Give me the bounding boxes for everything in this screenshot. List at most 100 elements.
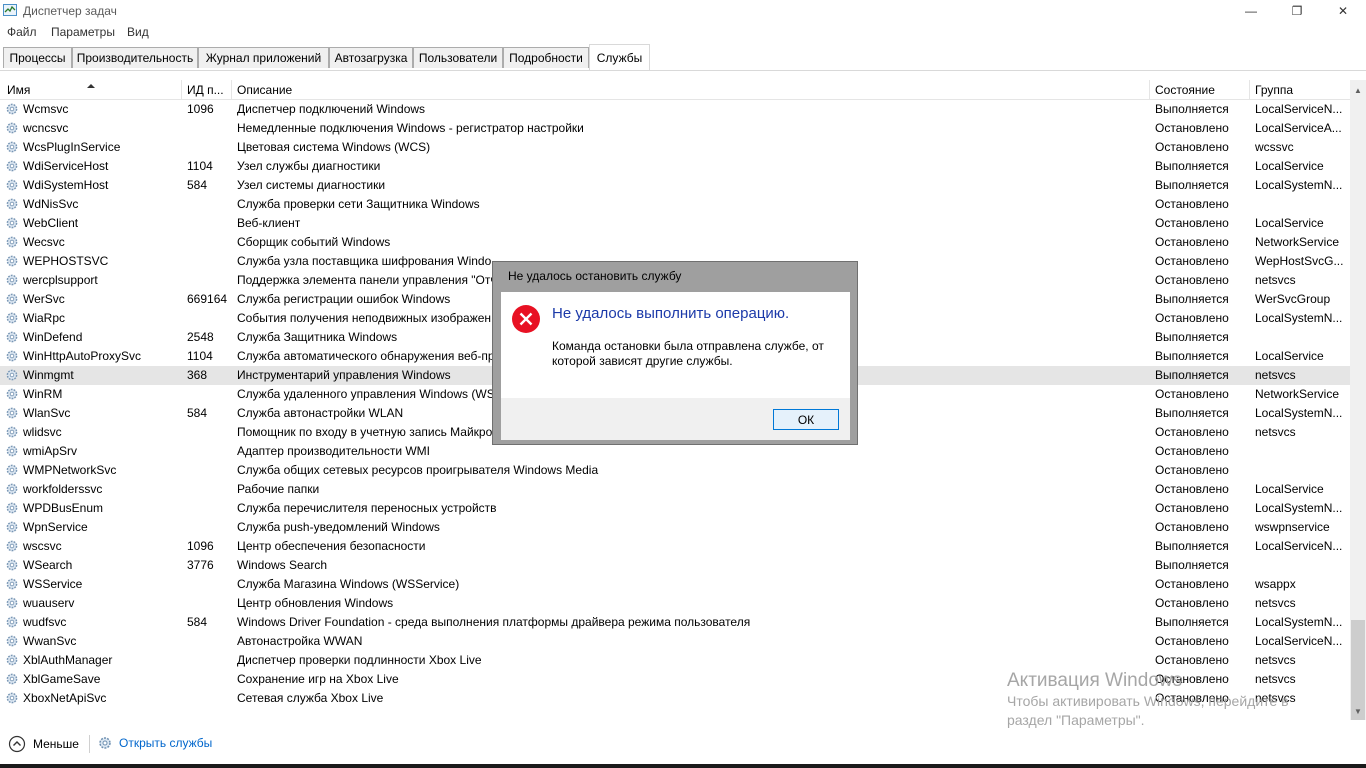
close-button[interactable]: ✕ xyxy=(1320,0,1366,22)
table-row[interactable]: wscsvc 1096 Центр обеспечения безопасности… xyxy=(0,537,1350,556)
service-group: netsvcs xyxy=(1255,425,1296,439)
menu-view[interactable]: Вид xyxy=(127,25,149,39)
minimize-button[interactable]: — xyxy=(1228,0,1274,22)
service-description: Служба push-уведомлений Windows xyxy=(237,520,440,534)
tab-app-history[interactable]: Журнал приложений xyxy=(198,47,329,68)
service-name: WebClient xyxy=(23,216,79,230)
service-name: wcncsvc xyxy=(23,121,69,135)
service-gear-icon xyxy=(6,331,18,343)
tab-details[interactable]: Подробности xyxy=(503,47,589,68)
table-row[interactable]: WebClient Веб-клиент Остановлено LocalServi… xyxy=(0,214,1350,233)
column-header-pid[interactable]: ИД п... xyxy=(187,83,224,97)
service-gear-icon xyxy=(6,426,18,438)
service-status: Выполняется xyxy=(1155,539,1229,553)
taskbar-edge xyxy=(0,764,1366,768)
open-services-label: Открыть службы xyxy=(119,736,213,750)
tab-startup[interactable]: Автозагрузка xyxy=(329,47,413,68)
column-divider[interactable] xyxy=(181,80,182,99)
watermark-line: Чтобы активировать Windows, перейдите в xyxy=(1007,693,1289,709)
table-row[interactable]: Wcmsvc 1096 Диспетчер подключений Windows В… xyxy=(0,100,1350,119)
service-group: LocalSystemN... xyxy=(1255,501,1343,515)
service-status: Остановлено xyxy=(1155,216,1229,230)
service-name: WSearch xyxy=(23,558,73,572)
table-row[interactable]: WcsPlugInService Цветовая система Windows… xyxy=(0,138,1350,157)
service-name: WwanSvc xyxy=(23,634,77,648)
column-header-name[interactable]: Имя xyxy=(7,83,30,97)
footer-divider xyxy=(89,735,90,753)
scroll-up-icon[interactable]: ▲ xyxy=(1350,82,1366,99)
error-icon xyxy=(512,305,540,333)
menu-file[interactable]: Файл xyxy=(7,25,37,39)
service-name: XblAuthManager xyxy=(23,653,113,667)
maximize-button[interactable]: ❐ xyxy=(1274,0,1320,22)
table-row[interactable]: WpnService Служба push-уведомлений Window… xyxy=(0,518,1350,537)
service-name: WdNisSvc xyxy=(23,197,79,211)
service-group: LocalServiceN... xyxy=(1255,634,1343,648)
column-header-description[interactable]: Описание xyxy=(237,83,292,97)
column-divider[interactable] xyxy=(1249,80,1250,99)
service-name: Winmgmt xyxy=(23,368,74,382)
table-row[interactable]: wcncsvc Немедленные подключения Windows -… xyxy=(0,119,1350,138)
tab-services[interactable]: Службы xyxy=(589,44,650,70)
service-name: WpnService xyxy=(23,520,88,534)
service-pid: 584 xyxy=(187,615,208,629)
table-row[interactable]: WdiSystemHost 584 Узел системы диагностики… xyxy=(0,176,1350,195)
service-name: Wcmsvc xyxy=(23,102,69,116)
service-gear-icon xyxy=(6,179,18,191)
table-row[interactable]: WwanSvc Автонастройка WWAN Остановлено Loca… xyxy=(0,632,1350,651)
scroll-down-icon[interactable]: ▼ xyxy=(1350,703,1366,720)
service-name: WdiServiceHost xyxy=(23,159,109,173)
fewer-details-button[interactable]: Меньше xyxy=(8,735,79,753)
menu-options[interactable]: Параметры xyxy=(51,25,115,39)
service-name: Wecsvc xyxy=(23,235,65,249)
tab-users[interactable]: Пользователи xyxy=(413,47,503,68)
service-description: Центр обеспечения безопасности xyxy=(237,539,426,553)
table-row[interactable]: WPDBusEnum Служба перечислителя переносны… xyxy=(0,499,1350,518)
table-row[interactable]: wudfsvc 584 Windows Driver Foundation - ср… xyxy=(0,613,1350,632)
open-services-link[interactable]: Открыть службы xyxy=(97,735,212,751)
table-row[interactable]: WSearch 3776 Windows Search Выполняется xyxy=(0,556,1350,575)
table-row[interactable]: wuauserv Центр обновления Windows Остановл… xyxy=(0,594,1350,613)
table-row[interactable]: Wecsvc Сборщик событий Windows Остановлено… xyxy=(0,233,1350,252)
service-group: LocalService xyxy=(1255,349,1324,363)
ok-button[interactable]: ОК xyxy=(773,409,839,430)
tab-performance[interactable]: Производительность xyxy=(72,47,198,68)
service-name: WerSvc xyxy=(23,292,65,306)
column-divider[interactable] xyxy=(1149,80,1150,99)
service-gear-icon xyxy=(6,160,18,172)
service-name: wudfsvc xyxy=(23,615,67,629)
service-status: Выполняется xyxy=(1155,292,1229,306)
service-description: Служба Магазина Windows (WSService) xyxy=(237,577,460,591)
column-divider[interactable] xyxy=(231,80,232,99)
table-row[interactable]: WdiServiceHost 1104 Узел службы диагностик… xyxy=(0,157,1350,176)
service-name: WSService xyxy=(23,577,83,591)
table-row[interactable]: WSService Служба Магазина Windows (WSServ… xyxy=(0,575,1350,594)
service-pid: 584 xyxy=(187,406,208,420)
service-name: WiaRpc xyxy=(23,311,66,325)
activation-watermark: Активация Windows Чтобы активировать Win… xyxy=(1007,670,1289,730)
dialog-body: Не удалось выполнить операцию. Команда о… xyxy=(501,292,850,398)
service-name: WinHttpAutoProxySvc xyxy=(23,349,142,363)
service-status: Выполняется xyxy=(1155,178,1229,192)
service-name: WdiSystemHost xyxy=(23,178,109,192)
service-status: Остановлено xyxy=(1155,273,1229,287)
service-description: Центр обновления Windows xyxy=(237,596,394,610)
service-status: Остановлено xyxy=(1155,501,1229,515)
service-pid: 669164 xyxy=(187,292,228,306)
service-group: LocalService xyxy=(1255,216,1324,230)
service-pid: 368 xyxy=(187,368,208,382)
service-status: Остановлено xyxy=(1155,634,1229,648)
table-row[interactable]: workfolderssvc Рабочие папки Остановлено Lo… xyxy=(0,480,1350,499)
column-header-group[interactable]: Группа xyxy=(1255,83,1293,97)
table-row[interactable]: WdNisSvc Служба проверки сети Защитника W… xyxy=(0,195,1350,214)
error-dialog: Не удалось остановить службу Не удалось … xyxy=(492,261,858,445)
service-status: Остановлено xyxy=(1155,482,1229,496)
service-gear-icon xyxy=(6,635,18,647)
table-row[interactable]: WMPNetworkSvc Служба общих сетевых ресурс… xyxy=(0,461,1350,480)
column-header-status[interactable]: Состояние xyxy=(1155,83,1215,97)
service-group: NetworkService xyxy=(1255,387,1340,401)
table-row[interactable]: XblAuthManager Диспетчер проверки подлинн… xyxy=(0,651,1350,670)
service-pid: 1096 xyxy=(187,539,214,553)
tab-processes[interactable]: Процессы xyxy=(3,47,72,68)
tab-strip: Процессы Производительность Журнал прило… xyxy=(0,44,1366,71)
